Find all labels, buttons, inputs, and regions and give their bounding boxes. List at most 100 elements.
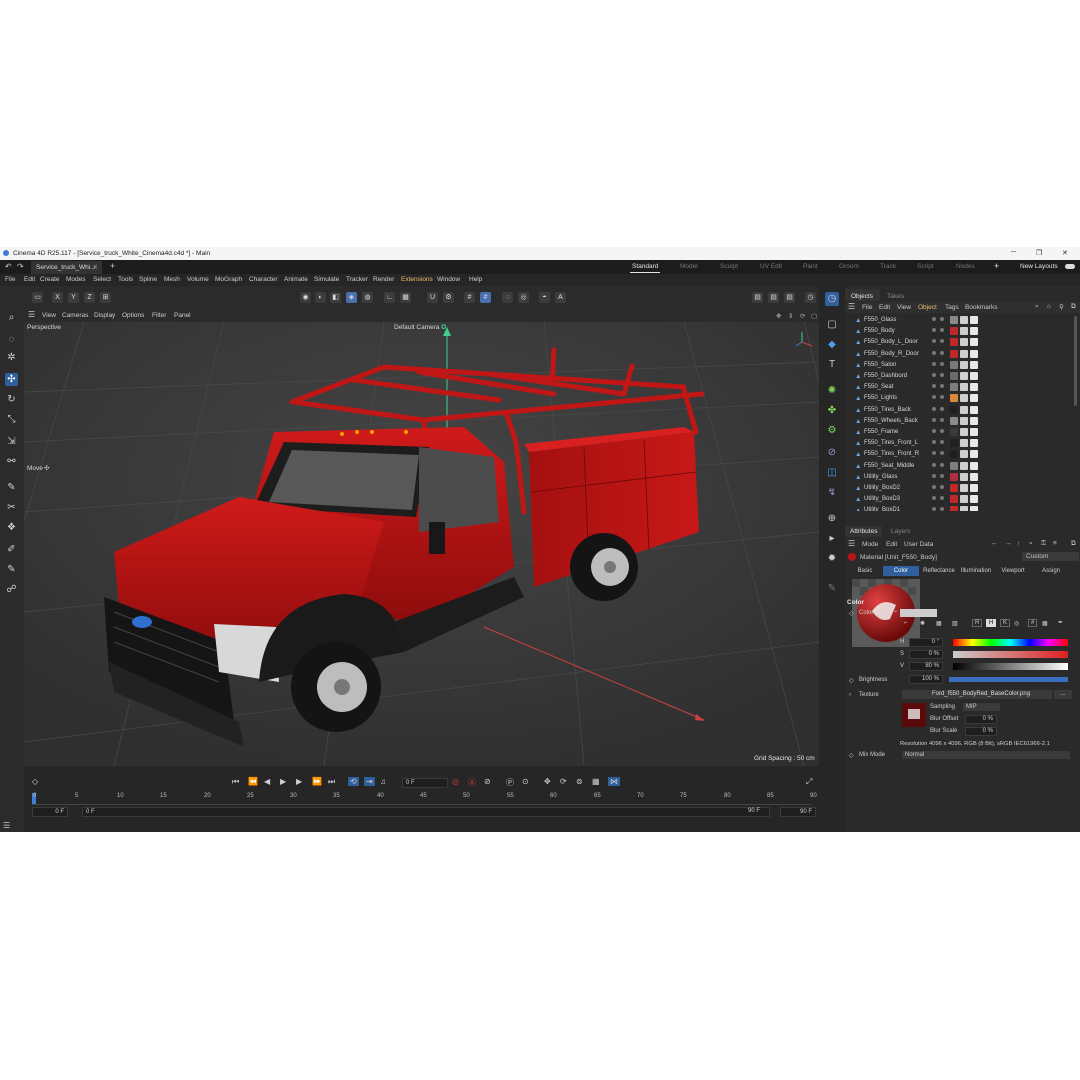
- blur-offset-field[interactable]: 0 %: [965, 715, 997, 724]
- editor-visibility-dot[interactable]: [932, 406, 936, 411]
- object-row[interactable]: ▲ F550_Body_L_Door: [854, 337, 1072, 348]
- uvw-tag-icon[interactable]: [970, 484, 978, 492]
- menu-extensions[interactable]: Extensions: [401, 276, 433, 283]
- uvw-tag-icon[interactable]: [970, 349, 978, 358]
- color-image-icon[interactable]: ▦: [936, 620, 942, 627]
- color-swatch[interactable]: [900, 609, 937, 617]
- editor-visibility-dot[interactable]: [932, 473, 936, 478]
- material-tag-icon[interactable]: [950, 495, 958, 504]
- render-visibility-dot[interactable]: [940, 339, 944, 344]
- object-name[interactable]: F550_Glass: [864, 317, 896, 323]
- texture-tag-icon[interactable]: [960, 327, 968, 336]
- texture-tag-icon[interactable]: [960, 349, 968, 358]
- timeline-expand-icon[interactable]: ⤢: [806, 777, 812, 787]
- texture-tag-icon[interactable]: [960, 360, 968, 369]
- object-row[interactable]: ▲ F550_Salon: [854, 360, 1072, 371]
- objects-search-icon[interactable]: ⌕: [1035, 303, 1039, 311]
- material-tag-icon[interactable]: [950, 428, 958, 436]
- brightness-slider[interactable]: [949, 677, 1068, 682]
- color-mode-rgb[interactable]: R: [972, 619, 983, 627]
- texture-tag-icon[interactable]: [960, 450, 968, 459]
- viewport[interactable]: Perspective Default Camera ✪ Move ✣ Grid…: [24, 322, 819, 766]
- go-to-end-icon[interactable]: ⏭: [328, 777, 335, 787]
- material-tag-icon[interactable]: [950, 461, 958, 470]
- material-tag-icon[interactable]: [950, 472, 958, 481]
- rotate-tool-icon[interactable]: ↻: [5, 393, 18, 406]
- render-visibility-dot[interactable]: [940, 406, 944, 411]
- objects-home-icon[interactable]: ⌂: [1047, 303, 1051, 310]
- extrude-tool-icon[interactable]: ❖: [5, 521, 18, 534]
- objects-menu-view[interactable]: View: [897, 304, 911, 311]
- render-visibility-dot[interactable]: [940, 429, 944, 433]
- next-keyframe-icon[interactable]: ⏩: [312, 777, 322, 786]
- start-frame-field[interactable]: 0 F: [32, 807, 68, 817]
- render-active-icon[interactable]: ▤: [768, 292, 779, 303]
- brush-icon[interactable]: ✎: [825, 582, 839, 596]
- viewport-menu-filter[interactable]: Filter: [152, 312, 166, 319]
- object-name[interactable]: F550_Body: [864, 328, 895, 334]
- viewport-menu-options[interactable]: Options: [122, 312, 144, 319]
- generator-icon[interactable]: ✺: [825, 384, 839, 398]
- menu-animate[interactable]: Animate: [284, 276, 308, 283]
- menu-simulate[interactable]: Simulate: [314, 276, 339, 283]
- editor-visibility-dot[interactable]: [932, 496, 936, 501]
- object-name[interactable]: Utility_BoxD1: [864, 507, 900, 511]
- color-mode-kelvin[interactable]: K: [1000, 619, 1011, 627]
- render-visibility-dot[interactable]: [940, 317, 944, 321]
- menu-mograph[interactable]: MoGraph: [215, 276, 242, 283]
- editor-visibility-dot[interactable]: [932, 350, 936, 355]
- object-name[interactable]: F550_Seat_Middle: [864, 463, 914, 469]
- object-name[interactable]: Utility_BoxD3: [864, 496, 900, 502]
- forward-arrow-icon[interactable]: →: [1005, 540, 1012, 547]
- value-field[interactable]: 80 %: [909, 662, 943, 671]
- texture-tag-icon[interactable]: [960, 439, 968, 448]
- attributes-new-window-icon[interactable]: ⧉: [1071, 540, 1076, 548]
- undo-icon[interactable]: ↶: [5, 262, 12, 271]
- editor-visibility-dot[interactable]: [932, 451, 936, 456]
- next-frame-icon[interactable]: ▶: [296, 777, 302, 786]
- minimize-button[interactable]: ─: [1011, 249, 1016, 256]
- texture-file-field[interactable]: Ford_f550_BodyRed_BaseColor.png: [902, 690, 1052, 699]
- texture-tag-icon[interactable]: [960, 506, 968, 511]
- attributes-menu-mode[interactable]: Mode: [862, 541, 878, 548]
- uvw-tag-icon[interactable]: [970, 394, 978, 403]
- attributes-filter-icon[interactable]: ≡: [1053, 540, 1057, 547]
- menu-tools[interactable]: Tools: [118, 276, 133, 283]
- layout-groom[interactable]: Groom: [839, 263, 859, 270]
- material-tag-icon[interactable]: [950, 316, 958, 324]
- layout-model[interactable]: Model: [680, 263, 698, 270]
- viewport-rotate-icon[interactable]: ⟳: [800, 312, 805, 320]
- value-slider[interactable]: [953, 663, 1068, 670]
- render-visibility-dot[interactable]: [940, 361, 944, 366]
- spline-tool-icon[interactable]: ↯: [825, 486, 839, 500]
- viewport-menu-view[interactable]: View: [42, 312, 56, 319]
- tab-objects[interactable]: Objects: [851, 293, 873, 300]
- render-visibility-dot[interactable]: [940, 373, 944, 377]
- editor-visibility-dot[interactable]: [932, 440, 936, 445]
- texture-tag-icon[interactable]: [960, 394, 968, 403]
- end-frame-field[interactable]: 90 F: [780, 807, 816, 817]
- objects-filter-icon[interactable]: ⚲: [1059, 303, 1064, 311]
- new-layouts-button[interactable]: New Layouts: [1020, 263, 1058, 270]
- editor-visibility-dot[interactable]: [932, 395, 936, 400]
- key-pla-icon[interactable]: ⋈: [608, 777, 620, 786]
- objects-menu-bookmarks[interactable]: Bookmarks: [965, 304, 998, 311]
- object-mode-icon[interactable]: ◈: [346, 292, 357, 303]
- layout-script[interactable]: Script: [917, 263, 934, 270]
- objects-scrollbar[interactable]: [1074, 316, 1077, 406]
- attributes-menu-icon[interactable]: ☰: [848, 539, 855, 548]
- object-name[interactable]: F550_Seat: [864, 384, 893, 390]
- object-row[interactable]: ▲ F550_Seat: [854, 382, 1072, 393]
- uvw-tag-icon[interactable]: [970, 338, 978, 347]
- object-row[interactable]: ▲ F550_Tires_Front_R: [854, 449, 1072, 460]
- hue-slider[interactable]: [953, 639, 1068, 646]
- layout-sculpt[interactable]: Sculpt: [720, 263, 738, 270]
- channel-tab-color[interactable]: Color: [883, 566, 919, 576]
- editor-visibility-dot[interactable]: [932, 361, 936, 366]
- viewport-menu-display[interactable]: Display: [94, 312, 115, 319]
- menu-mesh[interactable]: Mesh: [164, 276, 180, 283]
- editor-visibility-dot[interactable]: [932, 429, 936, 433]
- texture-tag-icon[interactable]: [960, 405, 968, 414]
- up-arrow-icon[interactable]: ↑: [1017, 540, 1020, 547]
- material-tag-icon[interactable]: [950, 372, 958, 380]
